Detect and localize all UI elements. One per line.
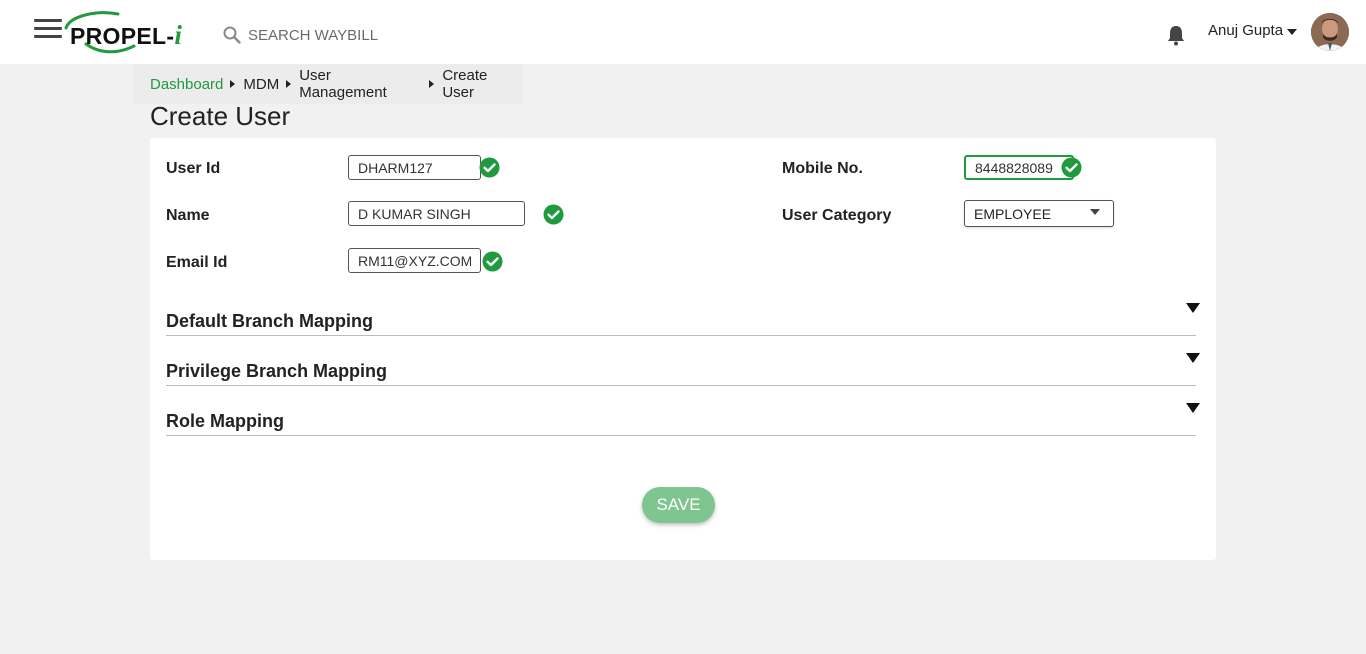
default-branch-mapping-section[interactable]: Default Branch Mapping: [166, 288, 1200, 336]
mobile-no-input[interactable]: [964, 155, 1074, 180]
page-title: Create User: [150, 101, 291, 131]
chevron-down-icon: [1090, 209, 1100, 215]
logo-text: PROPEL-: [70, 23, 175, 49]
user-name: Anuj Gupta: [1208, 22, 1284, 39]
propel-i-logo[interactable]: PROPEL-i: [56, 10, 186, 54]
logo-accent: i: [174, 20, 183, 50]
user-category-select[interactable]: EMPLOYEE: [964, 200, 1114, 227]
breadcrumb-create-user: Create User: [442, 67, 488, 101]
triangle-down-icon[interactable]: [1186, 303, 1200, 313]
avatar[interactable]: [1311, 13, 1349, 51]
save-button[interactable]: SAVE: [642, 487, 715, 523]
divider: [166, 435, 1196, 436]
top-bar: PROPEL-i Anuj Gupta: [0, 0, 1366, 64]
section-title: Default Branch Mapping: [166, 311, 374, 331]
search-icon[interactable]: [222, 25, 242, 45]
breadcrumb-mdm: MDM: [243, 75, 280, 93]
chevron-down-icon: [1287, 28, 1298, 35]
breadcrumb-user-management: User Management: [299, 67, 387, 101]
divider: [166, 335, 1196, 336]
section-title: Privilege Branch Mapping: [166, 361, 388, 381]
user-category-label: User Category: [782, 207, 892, 224]
user-menu[interactable]: Anuj Gupta: [1208, 22, 1298, 39]
role-mapping-section[interactable]: Role Mapping: [166, 388, 1200, 436]
check-circle-icon: [1061, 157, 1082, 178]
bell-icon[interactable]: [1166, 24, 1186, 46]
breadcrumb: Dashboard MDM User Management Create Use…: [134, 64, 523, 104]
name-label: Name: [166, 207, 210, 224]
email-id-input[interactable]: [348, 248, 481, 273]
breadcrumb-dashboard[interactable]: Dashboard: [150, 76, 223, 93]
email-id-label: Email Id: [166, 254, 228, 271]
user-category-value: EMPLOYEE: [974, 206, 1052, 222]
create-user-form: User Id Mobile No. Name User Category EM…: [150, 138, 1216, 560]
divider: [166, 385, 1196, 386]
mobile-no-label: Mobile No.: [782, 160, 863, 177]
name-input[interactable]: [348, 201, 525, 226]
section-title: Role Mapping: [166, 411, 284, 431]
search-waybill-input[interactable]: [248, 26, 508, 44]
check-circle-icon: [543, 204, 564, 225]
breadcrumb-separator-icon: [230, 80, 236, 88]
triangle-down-icon[interactable]: [1186, 353, 1200, 363]
breadcrumb-separator-icon: [286, 80, 292, 88]
search-bar: [222, 22, 522, 48]
check-circle-icon: [482, 251, 503, 272]
user-id-label: User Id: [166, 160, 221, 177]
user-id-input[interactable]: [348, 155, 481, 180]
privilege-branch-mapping-section[interactable]: Privilege Branch Mapping: [166, 338, 1200, 386]
triangle-down-icon[interactable]: [1186, 403, 1200, 413]
breadcrumb-separator-icon: [429, 80, 435, 88]
check-circle-icon: [479, 157, 500, 178]
